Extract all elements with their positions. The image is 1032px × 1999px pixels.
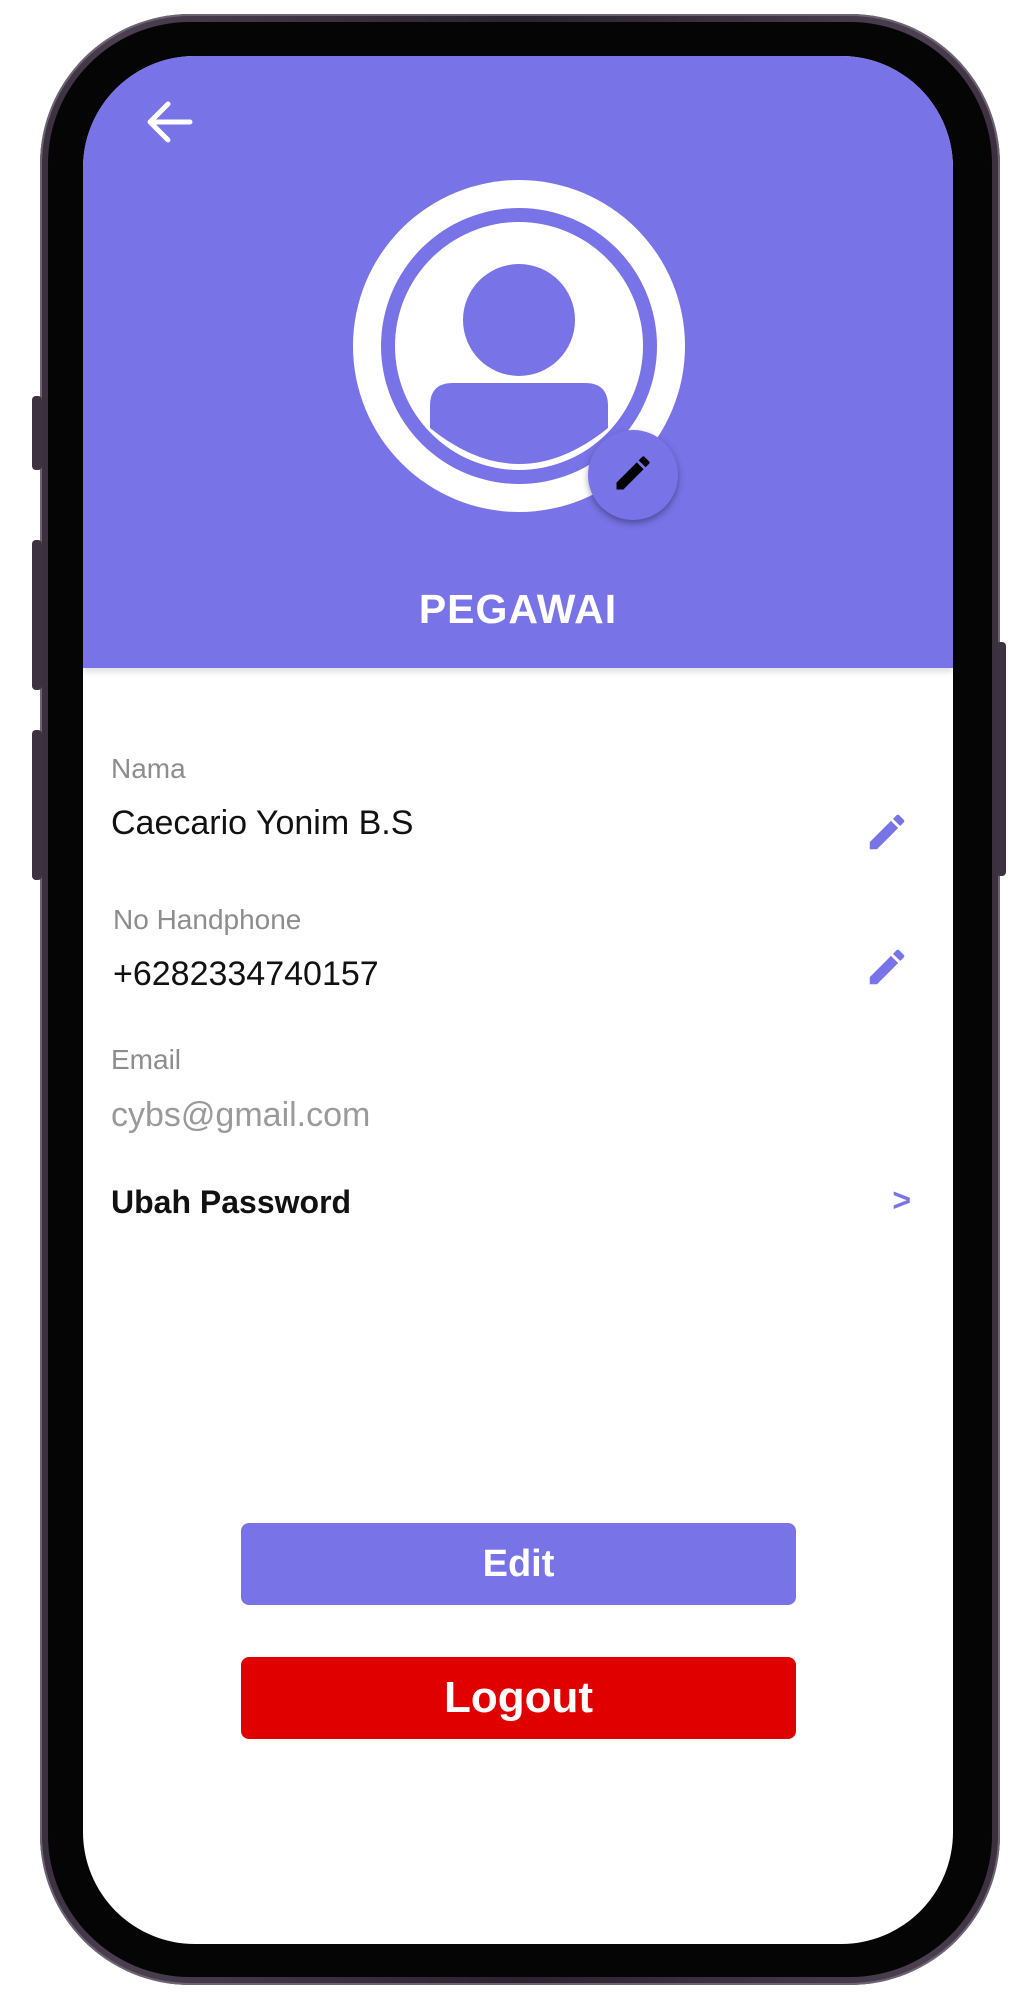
- email-value: cybs@gmail.com: [111, 1096, 371, 1134]
- change-password-row[interactable]: Ubah Password >: [111, 1176, 911, 1236]
- pencil-icon: [864, 809, 910, 859]
- volume-down-button: [32, 730, 42, 880]
- chevron-right-icon: >: [892, 1182, 911, 1218]
- pencil-icon: [864, 944, 910, 994]
- nama-label: Nama: [111, 753, 186, 784]
- change-photo-button[interactable]: [588, 430, 678, 520]
- edit-button[interactable]: Edit: [241, 1523, 796, 1605]
- phone-label: No Handphone: [113, 904, 302, 935]
- profile-header: PEGAWAI: [83, 56, 953, 668]
- phone-value: +6282334740157: [113, 955, 379, 993]
- app-screen: PEGAWAI Nama Caecario Yonim B.S No Handp…: [83, 56, 953, 1944]
- change-password-label: Ubah Password: [111, 1184, 352, 1220]
- volume-up-button: [32, 540, 42, 690]
- email-label: Email: [111, 1044, 182, 1075]
- pencil-icon: [611, 451, 655, 499]
- edit-phone-button[interactable]: [859, 941, 915, 997]
- back-button[interactable]: [139, 94, 199, 154]
- arrow-left-icon: [144, 99, 194, 149]
- role-title: PEGAWAI: [418, 586, 618, 632]
- power-button: [996, 642, 1006, 876]
- logout-button[interactable]: Logout: [241, 1657, 796, 1739]
- nama-value: Caecario Yonim B.S: [111, 804, 414, 842]
- edit-nama-button[interactable]: [859, 806, 915, 862]
- mute-switch: [32, 396, 42, 470]
